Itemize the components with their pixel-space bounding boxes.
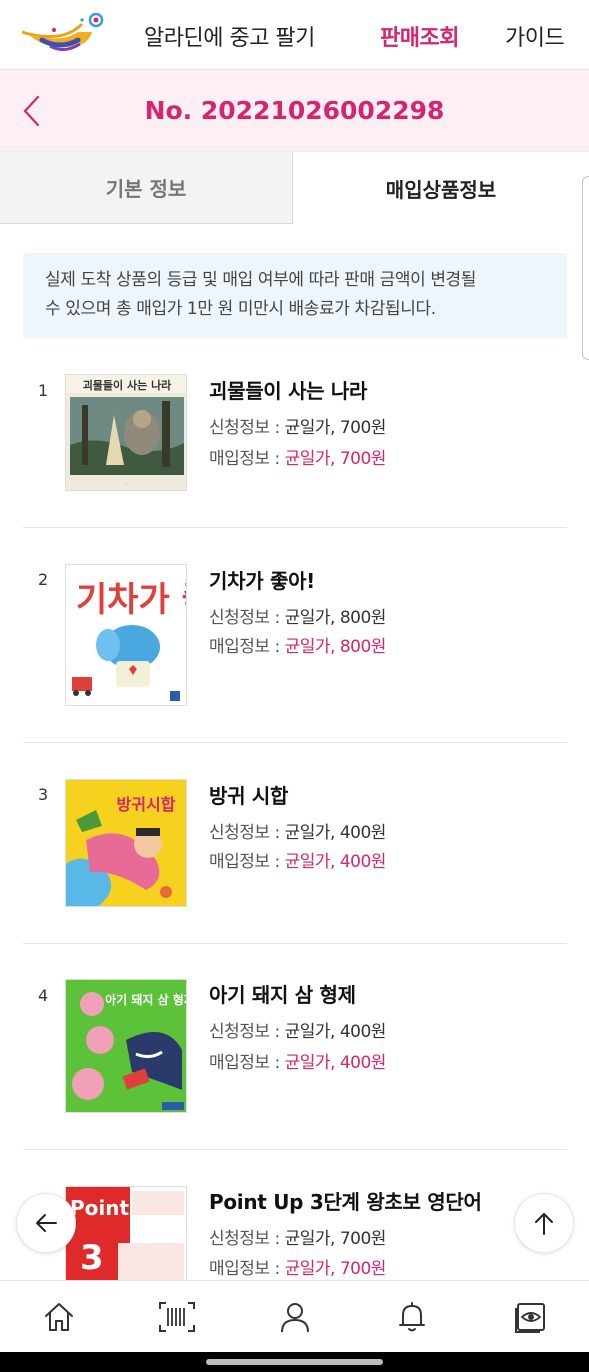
request-value: 균일가, 700원 [284,1229,387,1249]
list-item[interactable]: Point up 3 Point Up 3단계 왕초보 영단어 신청정보 : 균… [23,1150,567,1280]
list-item[interactable]: 3 방귀시합 방귀 시합 신청정보 : 균일가, 400원 매입정보 : 균일가… [23,743,567,944]
bottom-nav-home[interactable] [37,1295,81,1339]
cover-title-text: 방귀시합 [117,795,176,814]
eye-book-icon [515,1303,545,1333]
book-cover-image[interactable]: 아기 돼지 삼 형제 [65,979,187,1113]
request-value: 균일가, 800원 [284,608,387,628]
order-header: No. 20221026002298 [0,70,589,152]
book-cover-image[interactable]: Point up 3 [65,1186,187,1280]
purchase-value: 균일가, 700원 [284,1259,387,1279]
book-cover-image[interactable]: 기차가 좋아! [65,564,187,706]
cover-title-text: 아기 돼지 삼 형제 [105,992,187,1007]
tab-bar: 기본 정보 매입상품정보 [0,152,589,224]
request-label: 신청정보 : [209,823,285,843]
order-number: No. 20221026002298 [144,96,445,125]
purchase-label: 매입정보 : [209,637,285,657]
notice-line-2: 수 있으며 총 매입가 1만 원 미만시 배송료가 차감됩니다. [45,299,436,319]
list-item[interactable]: 2 기차가 좋아! 기차가 좋아! 신청정보 : 균일가, 800원 매입정보 … [23,528,567,743]
price-notice: 실제 도착 상품의 등급 및 매입 여부에 따라 판매 금액이 변경될 수 있으… [23,253,567,338]
aladin-logo[interactable] [20,10,108,56]
home-indicator[interactable] [206,1359,383,1365]
cover-title-text: 괴물들이 사는 나라 [83,378,172,392]
list-item[interactable]: 1 괴물들이 사는 나라 · 괴물들이 사는 나라 신청정보 : 균일가, 70… [23,338,567,528]
purchase-info: 매입정보 : 균일가, 400원 [209,1048,386,1073]
book-cover-image[interactable]: 방귀시합 [65,779,187,907]
item-title[interactable]: 방귀 시합 [209,780,288,809]
bottom-nav-my[interactable] [273,1295,317,1339]
tab-purchase-items[interactable]: 매입상품정보 [293,152,589,224]
system-navigation-bar [0,1352,589,1372]
request-info: 신청정보 : 균일가, 400원 [209,818,386,843]
purchase-label: 매입정보 : [209,1053,285,1073]
request-value: 균일가, 400원 [284,823,387,843]
item-title[interactable]: 괴물들이 사는 나라 [209,375,367,404]
nav-sale-status[interactable]: 판매조회 [380,20,459,52]
nav-sell-used[interactable]: 알라딘에 중고 팔기 [144,20,315,52]
book-cover-image[interactable]: 괴물들이 사는 나라 · [65,374,187,491]
notice-line-1: 실제 도착 상품의 등급 및 매입 여부에 따라 판매 금액이 변경될 [45,270,477,290]
cover-title-text: 기차가 좋아! [76,580,187,620]
bottom-nav-viewer[interactable] [508,1295,552,1339]
request-label: 신청정보 : [209,1229,285,1249]
user-icon [281,1303,309,1333]
home-icon [45,1303,73,1331]
item-title[interactable]: Point Up 3단계 왕초보 영단어 [209,1186,482,1215]
svg-text:·: · [126,482,128,489]
request-info: 신청정보 : 균일가, 700원 [209,413,386,438]
request-value: 균일가, 700원 [284,418,387,438]
arrow-left-icon [36,1214,57,1232]
purchase-info: 매입정보 : 균일가, 800원 [209,632,386,657]
item-title[interactable]: 기차가 좋아! [209,565,315,594]
request-label: 신청정보 : [209,1022,285,1042]
nav-guide[interactable]: 가이드 [505,20,565,52]
scroll-handle[interactable] [582,176,589,360]
back-button[interactable] [16,1193,76,1253]
purchase-value: 균일가, 400원 [284,1053,387,1073]
top-navigation: 알라딘에 중고 팔기 판매조회 가이드 [0,0,589,70]
purchase-info: 매입정보 : 균일가, 700원 [209,1254,386,1279]
bottom-nav-scan[interactable] [155,1295,199,1339]
arrow-up-icon [535,1213,553,1235]
purchase-label: 매입정보 : [209,1259,285,1279]
request-label: 신청정보 : [209,418,285,438]
tab-basic-info[interactable]: 기본 정보 [0,152,293,224]
item-title[interactable]: 아기 돼지 삼 형제 [209,979,356,1008]
barcode-scan-icon [159,1302,195,1332]
bell-icon [399,1302,425,1332]
bottom-nav-notifications[interactable] [390,1295,434,1339]
purchase-value: 균일가, 400원 [284,852,387,872]
svg-text:3: 3 [80,1238,104,1278]
purchase-info: 매입정보 : 균일가, 400원 [209,847,386,872]
purchase-info: 매입정보 : 균일가, 700원 [209,444,386,469]
purchase-label: 매입정보 : [209,449,285,469]
item-number: 2 [38,570,49,589]
item-number: 4 [38,986,49,1005]
item-number: 1 [38,381,49,400]
request-info: 신청정보 : 균일가, 700원 [209,1224,386,1249]
request-info: 신청정보 : 균일가, 800원 [209,603,386,628]
scroll-top-button[interactable] [514,1193,574,1253]
purchase-value: 균일가, 800원 [284,637,387,657]
purchase-label: 매입정보 : [209,852,285,872]
request-label: 신청정보 : [209,608,285,628]
request-info: 신청정보 : 균일가, 400원 [209,1017,386,1042]
purchase-value: 균일가, 700원 [284,449,387,469]
bottom-navigation [0,1280,589,1352]
list-item[interactable]: 4 아기 돼지 삼 형제 아기 돼지 삼 형제 신청정보 : 균일가, 400원… [23,944,567,1150]
item-number: 3 [38,785,49,804]
request-value: 균일가, 400원 [284,1022,387,1042]
